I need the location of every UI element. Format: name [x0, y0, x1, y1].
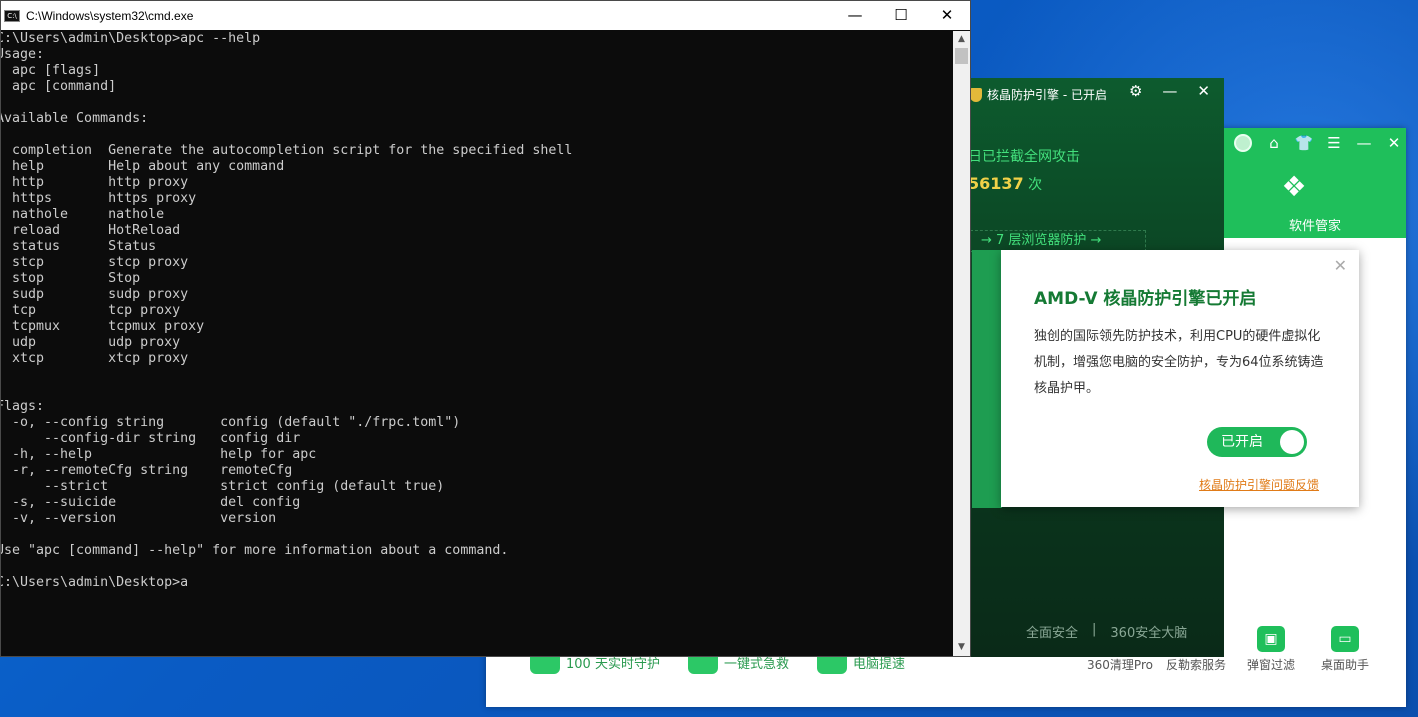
- console-line: Available Commands:: [1, 111, 149, 126]
- user-avatar-icon[interactable]: [1234, 134, 1252, 152]
- console-line: apc [flags]: [1, 63, 101, 78]
- security-topbar: ⌂ 👕 ☰ — ✕ ❖ 软件管家: [1224, 128, 1406, 238]
- console-line: stcp stcp proxy: [1, 255, 189, 270]
- console-line: reload HotReload: [1, 223, 181, 238]
- kernel-window-controls: ⚙ — ✕: [1129, 82, 1210, 100]
- console-line: completion Generate the autocompletion s…: [1, 143, 573, 158]
- settings-icon[interactable]: ⚙: [1129, 82, 1142, 100]
- browser-protection-layers: → 7 层浏览器防护 →: [970, 230, 1146, 252]
- console-line: Use "apc [command] --help" for more info…: [1, 543, 509, 558]
- scroll-down-icon[interactable]: ▼: [953, 639, 970, 656]
- home-icon[interactable]: ⌂: [1264, 134, 1284, 152]
- console-line: -s, --suicide del config: [1, 495, 301, 510]
- intercept-count: 56137 次: [968, 174, 1043, 193]
- console-text: C:\Users\admin\Desktop>apc --helpUsage: …: [1, 31, 953, 591]
- security-toolbar: ⌂ 👕 ☰ — ✕: [1264, 134, 1404, 152]
- console-line: https https proxy: [1, 191, 197, 206]
- close-icon[interactable]: ✕: [1334, 256, 1347, 275]
- console-line: help Help about any command: [1, 159, 285, 174]
- terminal-icon: C:\: [4, 9, 20, 22]
- kernel-enabled-popup: ✕ AMD-V 核晶防护引擎已开启 独创的国际领先防护技术，利用CPU的硬件虚拟…: [1001, 250, 1359, 507]
- console-line: -r, --remoteCfg string remoteCfg: [1, 463, 293, 478]
- console-line: --strict strict config (default true): [1, 479, 445, 494]
- close-icon[interactable]: ✕: [1197, 82, 1210, 100]
- window-title: C:\Windows\system32\cmd.exe: [26, 8, 194, 23]
- scroll-up-icon[interactable]: ▲: [953, 31, 970, 48]
- maximize-icon[interactable]: ☐: [878, 1, 924, 30]
- green-accent-bar: [972, 250, 1002, 508]
- close-icon[interactable]: ✕: [924, 1, 970, 30]
- console-line: C:\Users\admin\Desktop>a: [1, 575, 189, 590]
- kernel-title: 核晶防护引擎 - 已开启: [970, 86, 1107, 103]
- console-line: C:\Users\admin\Desktop>apc --help: [1, 31, 261, 46]
- desktop-assistant-icon: ▭: [1331, 626, 1359, 652]
- software-manager-icon[interactable]: ❖: [1279, 172, 1309, 202]
- software-manager-label[interactable]: 软件管家: [1224, 215, 1406, 234]
- shield-icon: [970, 87, 982, 102]
- minimize-icon[interactable]: —: [832, 1, 878, 30]
- console-line: tcpmux tcpmux proxy: [1, 319, 205, 334]
- console-line: -h, --help help for apc: [1, 447, 317, 462]
- console-line: xtcp xtcp proxy: [1, 351, 189, 366]
- console-line: stop Stop: [1, 271, 141, 286]
- cmd-window: C:\ C:\Windows\system32\cmd.exe — ☐ ✕ C:…: [0, 0, 971, 657]
- kernel-toggle[interactable]: 已开启: [1207, 427, 1307, 457]
- console-line: tcp tcp proxy: [1, 303, 181, 318]
- tool-desktop-assistant[interactable]: ▭ 桌面助手: [1308, 626, 1382, 673]
- console-line: Flags:: [1, 399, 45, 414]
- console-line: -v, --version version: [1, 511, 277, 526]
- popup-description: 独创的国际领先防护技术，利用CPU的硬件虚拟化机制，增强您电脑的安全防护，专为6…: [1034, 329, 1324, 396]
- vertical-scrollbar[interactable]: ▲ ▼: [953, 31, 970, 656]
- console-line: status Status: [1, 239, 157, 254]
- console-line: udp udp proxy: [1, 335, 181, 350]
- feedback-link[interactable]: 核晶防护引擎问题反馈: [1199, 476, 1319, 493]
- console-line: Usage:: [1, 47, 45, 62]
- tool-popup-filter[interactable]: ▣ 弹窗过滤: [1234, 626, 1308, 673]
- console-output[interactable]: C:\Users\admin\Desktop>apc --helpUsage: …: [1, 31, 953, 656]
- intercept-label: 日已拦截全网攻击: [968, 149, 1080, 165]
- popup-title: AMD-V 核晶防护引擎已开启: [1034, 289, 1257, 309]
- scroll-thumb[interactable]: [955, 48, 968, 64]
- console-line: sudp sudp proxy: [1, 287, 189, 302]
- minimize-icon[interactable]: —: [1162, 82, 1177, 100]
- window-controls: — ☐ ✕: [832, 1, 970, 30]
- menu-icon[interactable]: ☰: [1324, 134, 1344, 152]
- kernel-footer: 全面安全 | 360安全大脑: [1026, 622, 1188, 641]
- skin-icon[interactable]: 👕: [1294, 134, 1314, 152]
- popup-filter-icon: ▣: [1257, 626, 1285, 652]
- cmd-titlebar[interactable]: C:\ C:\Windows\system32\cmd.exe — ☐ ✕: [1, 1, 970, 30]
- console-line: apc [command]: [1, 79, 117, 94]
- console-line: --config-dir string config dir: [1, 431, 301, 446]
- close-icon[interactable]: ✕: [1384, 134, 1404, 152]
- console-line: nathole nathole: [1, 207, 165, 222]
- minimize-icon[interactable]: —: [1354, 134, 1374, 152]
- toggle-knob: [1280, 430, 1304, 454]
- console-line: -o, --config string config (default "./f…: [1, 415, 461, 430]
- console-line: http http proxy: [1, 175, 189, 190]
